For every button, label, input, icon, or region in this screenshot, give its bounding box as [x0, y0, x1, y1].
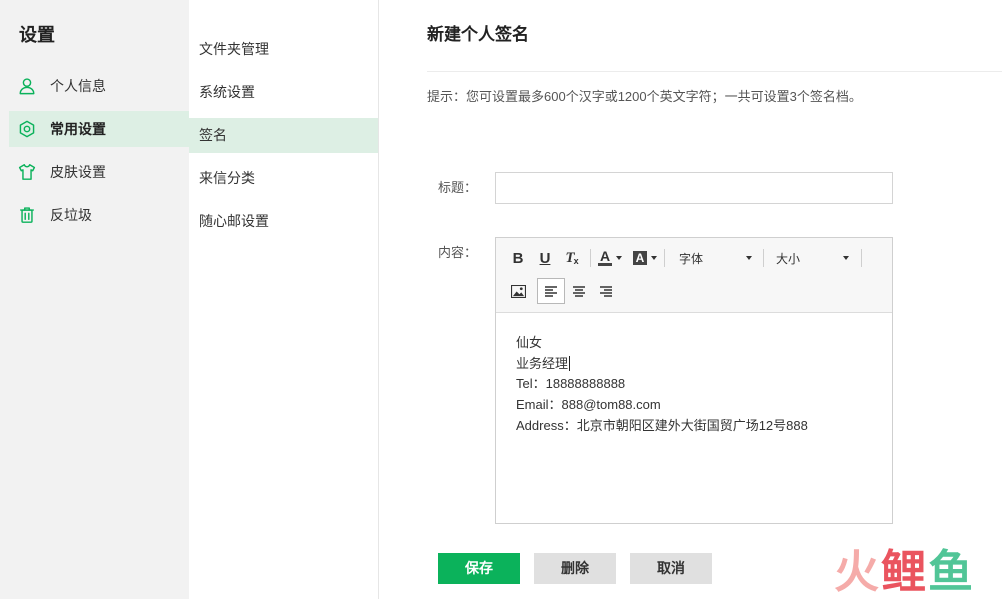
signature-line: Tel：18888888888	[516, 376, 626, 392]
signature-line: Address：北京市朝阳区建外大街国贸广场12号888	[516, 417, 808, 433]
align-center-button[interactable]	[568, 280, 590, 302]
hint-text: 提示：您可设置最多600个汉字或1200个英文字符；一共可设置3个签名档。	[427, 89, 862, 104]
chevron-down-icon	[843, 256, 849, 260]
align-left-icon	[545, 285, 557, 297]
signature-line: 仙女	[516, 335, 543, 350]
toolbar-separator	[590, 249, 591, 267]
title-divider	[427, 71, 1002, 72]
watermark-char: 火	[834, 545, 882, 598]
bold-button[interactable]: B	[507, 247, 529, 269]
editor-toolbar: B U Tx A A 字体 大小	[496, 238, 892, 313]
background-color-icon: A	[633, 251, 647, 265]
page-title: 新建个人签名	[427, 25, 529, 44]
font-color-button[interactable]: A	[597, 247, 623, 269]
subnav-item-system-settings[interactable]: 系统设置	[189, 75, 378, 110]
cancel-button[interactable]: 取消	[630, 553, 712, 584]
title-label: 标题：	[438, 180, 478, 195]
sidebar-item-label: 常用设置	[50, 121, 106, 137]
font-size-select[interactable]: 大小	[770, 247, 855, 269]
settings-subnav: 文件夹管理 系统设置 签名 来信分类 随心邮设置	[189, 0, 379, 599]
align-right-icon	[600, 285, 612, 297]
sidebar-item-general-settings[interactable]: 常用设置	[9, 111, 189, 147]
subnav-item-folder-management[interactable]: 文件夹管理	[189, 32, 378, 67]
chevron-down-icon	[746, 256, 752, 260]
chevron-down-icon	[616, 256, 623, 260]
background-color-button[interactable]: A	[631, 247, 659, 269]
watermark-char: 鱼	[928, 545, 976, 598]
watermark-logo: 火 鲤 鱼	[834, 548, 975, 596]
signature-line: 业务经理	[516, 354, 872, 375]
sidebar-item-profile[interactable]: 个人信息	[9, 68, 189, 104]
save-button[interactable]: 保存	[438, 553, 520, 584]
underline-button[interactable]: U	[534, 247, 556, 269]
sidebar-item-skin-settings[interactable]: 皮肤设置	[9, 154, 189, 190]
gear-icon	[18, 120, 36, 138]
insert-image-button[interactable]	[507, 280, 529, 302]
signature-title-input[interactable]	[495, 172, 893, 204]
align-center-icon	[573, 285, 585, 297]
sidebar: 设置 个人信息 常用设置 皮肤设置 反垃圾	[0, 0, 189, 599]
sidebar-item-label: 反垃圾	[50, 207, 92, 223]
signature-line-text: 业务经理	[516, 355, 569, 371]
chevron-down-icon	[651, 256, 657, 260]
sidebar-item-label: 皮肤设置	[50, 164, 106, 180]
subnav-item-suixin-mail-settings[interactable]: 随心邮设置	[189, 204, 378, 239]
image-icon	[510, 284, 526, 298]
user-icon	[18, 77, 36, 95]
main-panel: 新建个人签名 提示：您可设置最多600个汉字或1200个英文字符；一共可设置3个…	[379, 0, 1002, 599]
text-cursor	[569, 355, 571, 371]
align-right-button[interactable]	[595, 280, 617, 302]
sidebar-item-anti-spam[interactable]: 反垃圾	[9, 197, 189, 233]
trash-icon	[18, 206, 36, 224]
sidebar-list: 个人信息 常用设置 皮肤设置 反垃圾	[9, 68, 189, 240]
content-label: 内容：	[438, 245, 478, 260]
rich-text-editor: B U Tx A A 字体 大小 仙女 业务经理 Tel：18888888888…	[495, 237, 893, 524]
subnav-item-signature[interactable]: 签名	[189, 118, 378, 153]
subnav-list: 文件夹管理 系统设置 签名 来信分类 随心邮设置	[189, 32, 378, 247]
toolbar-separator	[763, 249, 764, 267]
subnav-item-mail-classification[interactable]: 来信分类	[189, 161, 378, 196]
font-family-select[interactable]: 字体	[673, 247, 758, 269]
font-color-icon: A	[597, 248, 613, 266]
editor-content-area[interactable]: 仙女 业务经理 Tel：18888888888 Email：888@tom88.…	[496, 313, 892, 523]
clear-format-icon-x: x	[573, 256, 579, 266]
clear-format-button[interactable]: Tx	[561, 247, 583, 269]
toolbar-separator	[664, 249, 665, 267]
toolbar-separator	[861, 249, 862, 267]
font-size-value: 大小	[776, 251, 801, 266]
sidebar-item-label: 个人信息	[50, 78, 106, 94]
settings-window: 设置 个人信息 常用设置 皮肤设置 反垃圾 文件夹管理 系统设置 签名 来信分类…	[0, 0, 1002, 599]
watermark-char: 鲤	[881, 545, 929, 598]
shirt-icon	[18, 163, 36, 181]
delete-button[interactable]: 删除	[534, 553, 616, 584]
font-family-value: 字体	[679, 251, 704, 266]
align-left-button[interactable]	[537, 278, 565, 304]
signature-line: Email：888@tom88.com	[516, 397, 661, 413]
sidebar-title: 设置	[19, 25, 55, 45]
